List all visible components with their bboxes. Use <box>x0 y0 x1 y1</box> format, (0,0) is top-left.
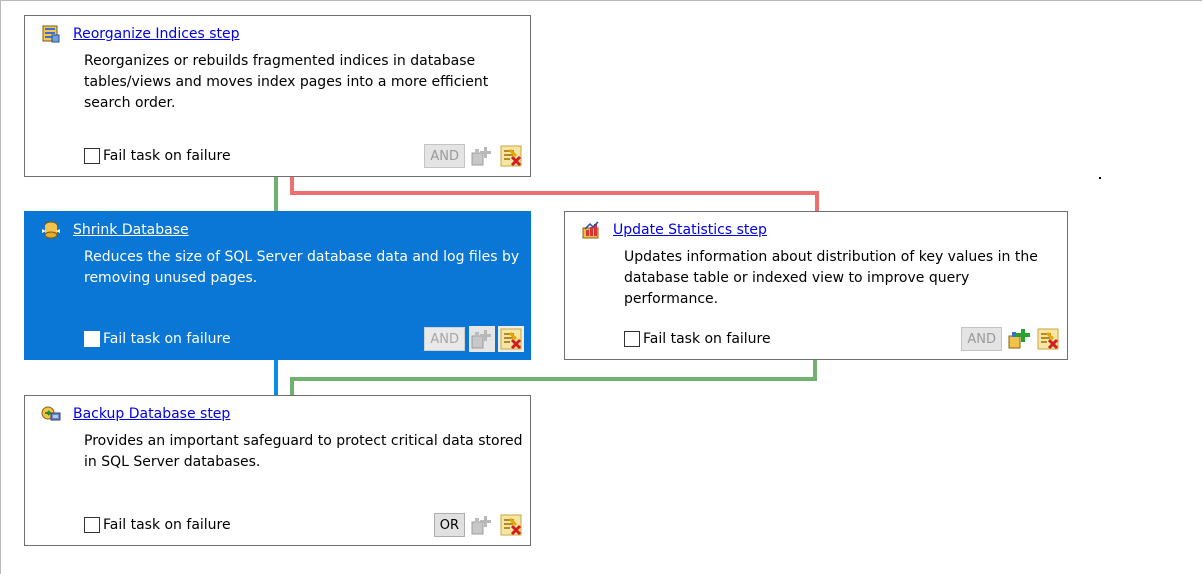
checkbox-box[interactable] <box>84 517 100 533</box>
step-card-reorganize-indices[interactable]: Reorganize Indices step Reorganizes or r… <box>24 15 531 177</box>
step-description: Updates information about distribution o… <box>624 249 1038 307</box>
canvas-marker-dot <box>1099 177 1101 179</box>
delete-step-icon[interactable] <box>498 143 524 169</box>
success-wire-statistics-to-backup-end <box>290 377 294 396</box>
add-step-icon[interactable] <box>469 512 495 538</box>
step-description: Reorganizes or rebuilds fragmented indic… <box>84 53 489 111</box>
backup-database-icon <box>41 404 61 424</box>
step-description: Provides an important safeguard to prote… <box>84 433 523 470</box>
step-card-shrink-database[interactable]: Shrink Database Reduces the size of SQL … <box>24 211 531 360</box>
logic-toggle-button[interactable]: AND <box>961 327 1002 351</box>
failure-wire-reorganize-to-statistics-drop <box>815 191 819 211</box>
delete-step-icon[interactable] <box>498 512 524 538</box>
checkbox-box[interactable] <box>84 148 100 164</box>
checkbox-box[interactable] <box>624 331 640 347</box>
fail-task-label: Fail task on failure <box>643 331 771 347</box>
fail-task-checkbox[interactable]: Fail task on failure <box>84 517 231 533</box>
step-toolbar: AND <box>961 326 1061 352</box>
fail-task-label: Fail task on failure <box>103 148 231 164</box>
logic-toggle-button[interactable]: AND <box>424 144 465 168</box>
workflow-canvas[interactable]: Reorganize Indices step Reorganizes or r… <box>0 0 1202 574</box>
checkbox-box[interactable] <box>84 331 100 347</box>
step-card-backup-database[interactable]: Backup Database step Provides an importa… <box>24 395 531 546</box>
step-toolbar: AND <box>424 326 524 352</box>
success-wire-shrink-to-backup <box>274 359 278 396</box>
add-step-icon[interactable] <box>1006 326 1032 352</box>
fail-task-checkbox[interactable]: Fail task on failure <box>84 148 231 164</box>
step-toolbar: AND <box>424 143 524 169</box>
step-card-update-statistics[interactable]: Update Statistics step Updates informati… <box>564 211 1068 360</box>
reorganize-indices-icon <box>41 24 61 44</box>
step-description: Reduces the size of SQL Server database … <box>84 249 520 286</box>
logic-toggle-button[interactable]: AND <box>424 327 465 351</box>
logic-toggle-button[interactable]: OR <box>433 513 465 537</box>
success-wire-reorganize-to-shrink <box>274 176 278 212</box>
delete-step-icon[interactable] <box>1035 326 1061 352</box>
success-wire-statistics-to-backup-horizontal <box>290 377 817 381</box>
failure-wire-reorganize-to-statistics-horizontal <box>290 191 819 195</box>
step-title-link[interactable]: Reorganize Indices step <box>73 26 240 42</box>
fail-task-label: Fail task on failure <box>103 331 231 347</box>
step-title-link[interactable]: Update Statistics step <box>613 222 767 238</box>
fail-task-checkbox[interactable]: Fail task on failure <box>84 331 231 347</box>
add-step-icon[interactable] <box>469 143 495 169</box>
step-title-link[interactable]: Backup Database step <box>73 406 230 422</box>
add-step-icon[interactable] <box>469 326 495 352</box>
update-statistics-icon <box>581 220 601 240</box>
delete-step-icon[interactable] <box>498 326 524 352</box>
fail-task-label: Fail task on failure <box>103 517 231 533</box>
step-title-link[interactable]: Shrink Database <box>73 222 189 238</box>
fail-task-checkbox[interactable]: Fail task on failure <box>624 331 771 347</box>
step-toolbar: OR <box>433 512 524 538</box>
shrink-database-icon <box>41 220 61 240</box>
